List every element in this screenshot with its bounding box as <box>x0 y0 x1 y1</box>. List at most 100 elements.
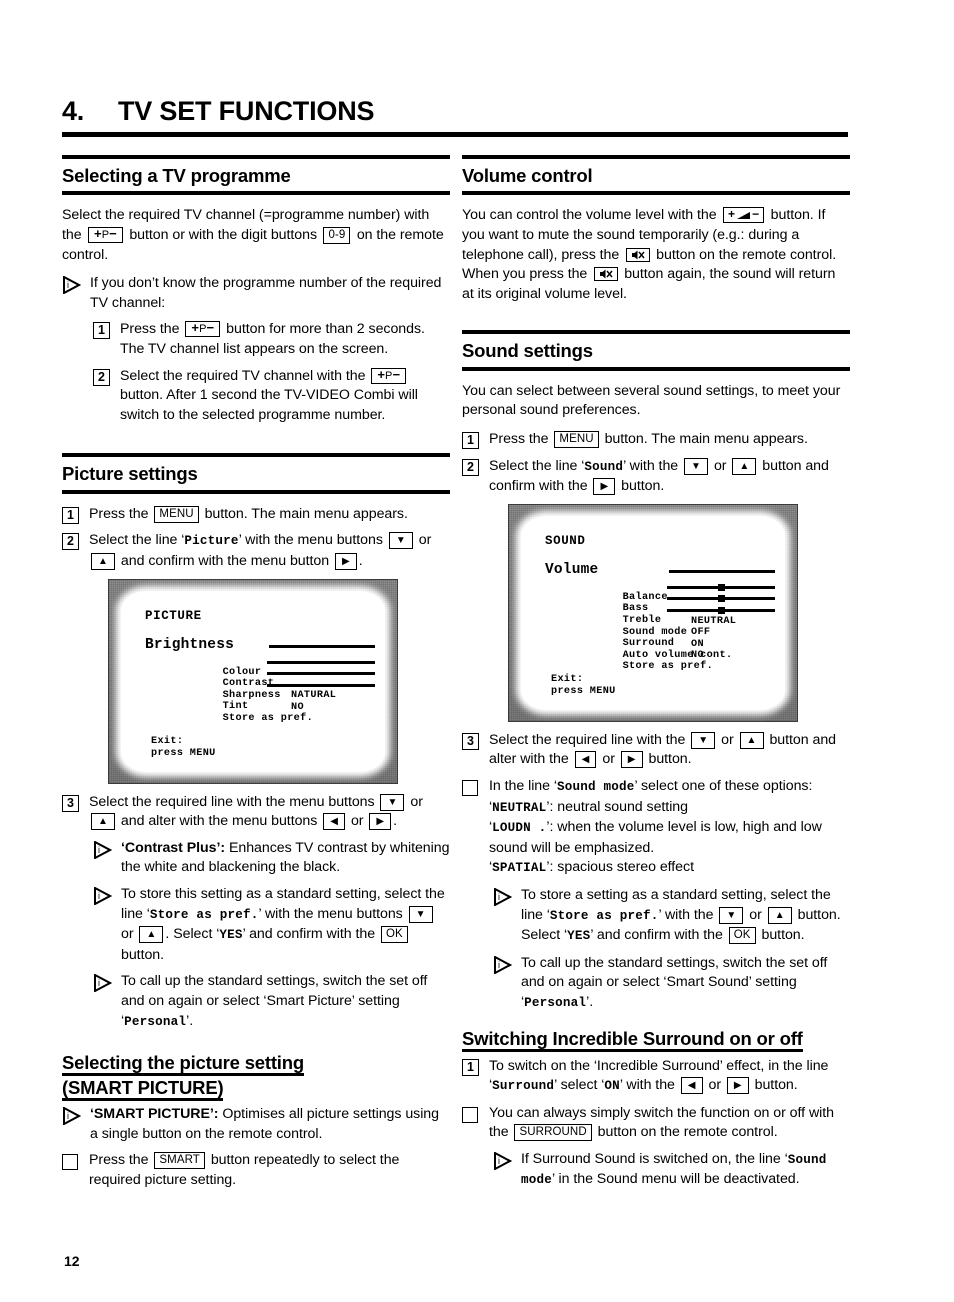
arrow-right-icon[interactable]: ▶ <box>726 1077 749 1095</box>
info-triangle-icon: i <box>62 276 81 295</box>
tv-menu-row: Contrast <box>145 667 375 689</box>
mute-speaker-icon[interactable] <box>625 247 650 262</box>
step-body: To switch on the ‘Incredible Surround’ e… <box>489 1057 850 1097</box>
subsection-incredible-surround: Switching Incredible Surround on or off <box>462 1027 850 1052</box>
tv-menu-row: Sound mode NEUTRAL <box>545 615 773 638</box>
step-text-e: . <box>393 813 398 830</box>
arrow-down-icon[interactable]: ▼ <box>380 793 405 811</box>
note-text-a: If Surround Sound is switched on, the li… <box>521 1150 788 1167</box>
tv-exit-hint: Exit: press MENU <box>551 674 616 698</box>
note-text-b: ’. <box>586 993 594 1010</box>
tv-menu-title: PICTURE <box>145 608 202 623</box>
menu-button[interactable]: MENU <box>154 505 199 523</box>
tv-screen-inner: PICTURE Brightness Colour Contrast Sharp… <box>121 590 385 772</box>
bullet-surround-remote-button: You can always simply switch the functio… <box>462 1104 850 1143</box>
section-picture-settings: Picture settings <box>62 453 450 494</box>
ok-button[interactable]: OK <box>728 927 756 945</box>
arrow-right-icon[interactable]: ▶ <box>369 813 392 831</box>
menu-literal-personal: Personal <box>124 1014 187 1029</box>
note-sound-recall-standard-settings: i To call up the standard settings, swit… <box>493 954 850 1014</box>
step-1-press-p-button: 1 Press the +P− button for more than 2 s… <box>93 320 450 359</box>
arrow-left-icon[interactable]: ◀ <box>680 1077 703 1095</box>
step-text-a: Select the line ‘ <box>489 457 585 474</box>
sound-step-3: 3 Select the required line with the ▼ or… <box>462 731 850 770</box>
volume-text-a: You can control the volume level with th… <box>462 207 717 224</box>
step-text-a: Select the required line with the menu b… <box>89 793 375 810</box>
tv-menu-row: Colour <box>145 656 375 678</box>
arrow-right-icon[interactable]: ▶ <box>335 552 357 570</box>
arrow-up-icon[interactable]: ▲ <box>767 906 792 924</box>
option-spatial-text: ’: spacious stereo effect <box>546 859 694 876</box>
note-body: ‘Contrast Plus’: Enhances TV contrast by… <box>121 839 450 878</box>
step-body: Press the MENU button. The main menu app… <box>89 505 450 525</box>
step-number: 3 <box>462 732 479 750</box>
tv-menu-row: Surround OFF <box>545 627 773 649</box>
arrow-left-icon[interactable]: ◀ <box>323 813 346 831</box>
arrow-up-icon[interactable]: ▲ <box>739 731 764 749</box>
tv-menu-row: Store as pref. NO <box>145 702 373 724</box>
menu-literal-loudness: LOUDN . <box>492 821 547 836</box>
intro-text-b: button or with the digit buttons <box>129 227 318 244</box>
volume-plus-minus-button-icon[interactable]: + − <box>722 207 765 224</box>
arrow-right-icon[interactable]: ▶ <box>593 478 616 496</box>
option-loudness: ‘LOUDN .’: when the volume level is low,… <box>489 819 822 856</box>
smart-button[interactable]: SMART <box>154 1152 205 1170</box>
note-store-as-preference: i To store this setting as a standard se… <box>93 885 450 965</box>
tv-exit-line-1: Exit: <box>151 735 184 747</box>
picture-step-2: 2 Select the line ‘Picture’ with the men… <box>62 531 450 571</box>
p-plus-minus-button-icon[interactable]: +P− <box>371 367 407 384</box>
intro-paragraph: Select the required TV channel (=program… <box>62 206 450 265</box>
subsection-heading-line-2: (SMART PICTURE) <box>62 1077 224 1102</box>
section-rule-top <box>462 330 850 335</box>
ok-button[interactable]: OK <box>380 926 408 944</box>
note-body: To call up the standard settings, switch… <box>121 972 450 1032</box>
step-text-a: Select the required line with the <box>489 731 686 748</box>
bullet-square-icon <box>62 1154 78 1171</box>
step-number: 1 <box>93 322 110 340</box>
slider-knob <box>717 595 725 603</box>
menu-literal-neutral: NEUTRAL <box>492 800 547 815</box>
tv-menu-row: Sharpness <box>145 679 375 701</box>
digits-button[interactable]: 0-9 <box>323 227 351 245</box>
arrow-down-icon[interactable]: ▼ <box>684 457 709 475</box>
menu-literal-sound: Sound <box>584 459 624 474</box>
arrow-right-icon[interactable]: ▶ <box>620 751 643 769</box>
surround-button[interactable]: SURROUND <box>514 1124 592 1142</box>
tv-menu-row: Bass <box>545 592 775 614</box>
p-plus-minus-button-icon[interactable]: +P− <box>88 227 123 244</box>
option-spatial: ‘SPATIAL’: spacious stereo effect <box>489 859 694 876</box>
bullet-press-smart-button: Press the SMART button repeatedly to sel… <box>62 1151 450 1190</box>
p-plus-minus-button-icon[interactable]: +P− <box>185 321 221 338</box>
tv-menu-row: Store as pref. NO <box>545 650 773 672</box>
arrow-down-icon[interactable]: ▼ <box>719 906 744 924</box>
step-text-d: or <box>708 1077 722 1094</box>
svg-text:i: i <box>98 978 100 988</box>
svg-text:i: i <box>498 892 500 902</box>
arrow-up-icon[interactable]: ▲ <box>91 552 115 570</box>
bullet-body: You can always simply switch the functio… <box>489 1104 850 1143</box>
note-text-d: . Select ‘ <box>165 926 220 943</box>
note-text: If you don’t know the programme number o… <box>90 275 442 311</box>
tv-row-value: NEUTRAL <box>691 615 737 627</box>
tv-menu-content: PICTURE Brightness Colour Contrast Sharp… <box>145 608 375 764</box>
menu-literal-yes: YES <box>567 929 591 944</box>
mute-speaker-icon[interactable] <box>593 267 618 282</box>
arrow-down-icon[interactable]: ▼ <box>408 905 433 923</box>
left-column: Selecting a TV programme Select the requ… <box>62 155 450 1197</box>
info-triangle-icon: i <box>493 1151 512 1170</box>
menu-button[interactable]: MENU <box>554 431 599 448</box>
note-text-f: button. <box>761 927 805 944</box>
menu-literal-store-as-pref: Store as pref. <box>149 907 259 922</box>
chapter-header: 4. TV SET FUNCTIONS <box>62 96 848 137</box>
step-number: 2 <box>462 458 479 476</box>
arrow-up-icon[interactable]: ▲ <box>91 813 115 831</box>
arrow-up-icon[interactable]: ▲ <box>139 926 164 944</box>
tv-menu-content: SOUND Volume Balance Bass Treble Sound m… <box>545 534 775 702</box>
note-body: To call up the standard settings, switch… <box>521 954 850 1014</box>
arrow-down-icon[interactable]: ▼ <box>691 731 716 749</box>
arrow-down-icon[interactable]: ▼ <box>388 532 413 550</box>
note-text-b: ’ with the menu buttons <box>258 905 403 922</box>
arrow-left-icon[interactable]: ◀ <box>574 751 597 769</box>
tv-menu-row: Treble <box>545 604 775 626</box>
arrow-up-icon[interactable]: ▲ <box>732 457 757 475</box>
